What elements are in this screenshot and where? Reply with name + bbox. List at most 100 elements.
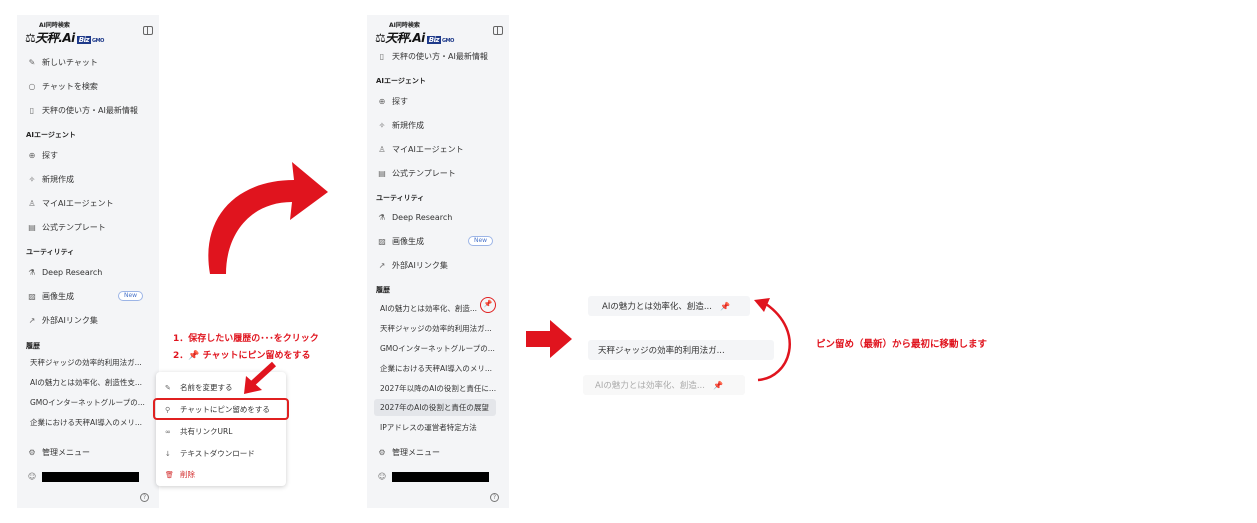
sidebar-item-my-agents[interactable]: ♙ マイAIエージェント bbox=[377, 142, 463, 156]
logo-subtitle: AI同時検索 bbox=[389, 22, 420, 29]
admin-label: 管理メニュー bbox=[42, 447, 90, 457]
wand-icon: ✧ bbox=[378, 120, 386, 130]
agent-section-title: AIエージェント bbox=[26, 131, 76, 139]
my-agents-label: マイAIエージェント bbox=[42, 198, 114, 208]
app-logo[interactable]: AI同時検索 ⚖天秤.Ai Biz GMO bbox=[375, 20, 487, 45]
pin-icon: 📌 bbox=[712, 380, 723, 390]
pin-icon-circled[interactable]: 📌 bbox=[480, 297, 496, 313]
sidebar-item-external-links[interactable]: ↗ 外部AIリンク集 bbox=[27, 313, 98, 327]
curved-up-arrow bbox=[754, 298, 791, 382]
sidebar-item-external-links[interactable]: ↗ 外部AIリンク集 bbox=[377, 258, 448, 272]
sidebar-toggle-icon[interactable] bbox=[143, 26, 153, 35]
logo-gmo: GMO bbox=[92, 38, 104, 44]
sidebar-item-create[interactable]: ✧ 新規作成 bbox=[27, 172, 74, 186]
history-item-pinned[interactable]: AIの魅力とは効率化、創造... bbox=[380, 303, 480, 314]
history-item[interactable]: 天秤ジャッジの効率的利用法ガ... bbox=[30, 357, 152, 368]
card-top-label: AIの魅力とは効率化、創造... bbox=[602, 302, 712, 312]
external-links-label: 外部AIリンク集 bbox=[392, 260, 448, 270]
search-chat-button[interactable]: ○ チャットを検索 bbox=[27, 79, 98, 93]
zoom-icon: ⊕ bbox=[28, 150, 36, 160]
card-mid-label: 天秤ジャッジの効率的利用法ガ... bbox=[598, 346, 725, 356]
usage-link[interactable]: ▯ 天秤の使い方・AI最新情報 bbox=[377, 49, 488, 63]
pencil-icon: ✎ bbox=[165, 383, 171, 392]
sidebar-item-image-gen[interactable]: ▨ 画像生成 bbox=[27, 289, 74, 303]
history-item-selected[interactable]: 2027年のAIの役割と責任の展望 bbox=[380, 402, 502, 413]
download-menu-item[interactable]: ↓ テキストダウンロード bbox=[165, 448, 255, 459]
sidebar-item-explore[interactable]: ⊕ 探す bbox=[27, 148, 58, 162]
trash-icon: 🗑 bbox=[165, 470, 174, 479]
pin-icon: 📌 bbox=[719, 301, 730, 311]
search-chat-label: チャットを検索 bbox=[42, 81, 98, 91]
sidebar-item-create[interactable]: ✧ 新規作成 bbox=[377, 118, 424, 132]
new-badge: New bbox=[468, 236, 494, 246]
book-icon: ▯ bbox=[29, 105, 35, 115]
admin-menu-button[interactable]: ⚙ 管理メニュー bbox=[377, 445, 440, 459]
edit-icon: ✎ bbox=[28, 57, 36, 67]
history-item[interactable]: AIの魅力とは効率化、創造性支... bbox=[30, 377, 152, 388]
explore-label: 探す bbox=[42, 150, 58, 160]
sidebar-item-my-agents[interactable]: ♙ マイAIエージェント bbox=[27, 196, 114, 210]
sidebar-item-templates[interactable]: ▤ 公式テンプレート bbox=[377, 166, 456, 180]
result-caption: ピン留め（最新）から最初に移動します bbox=[816, 339, 988, 350]
sidebar-item-explore[interactable]: ⊕ 探す bbox=[377, 94, 408, 108]
history-item[interactable]: GMOインターネットグループの... bbox=[30, 397, 152, 408]
user-avatar-icon[interactable]: ☺ bbox=[377, 469, 392, 483]
avatar-glyph: ☺ bbox=[27, 471, 37, 481]
sidebar-item-deep-research[interactable]: ⚗ Deep Research bbox=[27, 265, 102, 279]
image-gen-label: 画像生成 bbox=[42, 291, 74, 301]
help-icon[interactable]: ? bbox=[490, 493, 499, 502]
templates-label: 公式テンプレート bbox=[392, 168, 456, 178]
history-item[interactable]: 企業における天秤AI導入のメリ... bbox=[30, 417, 152, 428]
rename-menu-item[interactable]: ✎ 名前を変更する bbox=[165, 382, 233, 393]
history-item[interactable]: 2027年以降のAIの役割と責任に... bbox=[380, 383, 502, 394]
share-menu-item[interactable]: ∞ 共有リンクURL bbox=[165, 426, 232, 437]
admin-label: 管理メニュー bbox=[392, 447, 440, 457]
deep-research-label: Deep Research bbox=[42, 267, 103, 277]
pin-highlight-box bbox=[153, 398, 289, 420]
share-label: 共有リンクURL bbox=[180, 427, 233, 436]
external-link-icon: ↗ bbox=[28, 315, 36, 325]
history-item[interactable]: IPアドレスの運営者特定方法 bbox=[380, 422, 502, 433]
sidebar-item-image-gen[interactable]: ▨ 画像生成 bbox=[377, 234, 424, 248]
history-item[interactable]: 天秤ジャッジの効率的利用法ガ... bbox=[380, 323, 502, 334]
history-item[interactable]: 企業における天秤AI導入のメリ... bbox=[380, 363, 502, 374]
new-chat-label: 新しいチャット bbox=[42, 57, 98, 67]
logo-name: 天秤.Ai bbox=[385, 31, 425, 45]
help-icon[interactable]: ? bbox=[140, 493, 149, 502]
usage-link[interactable]: ▯ 天秤の使い方・AI最新情報 bbox=[27, 103, 138, 117]
explore-label: 探す bbox=[392, 96, 408, 106]
rename-label: 名前を変更する bbox=[180, 383, 233, 392]
delete-menu-item[interactable]: 🗑 削除 bbox=[165, 469, 195, 480]
image-icon: ▨ bbox=[378, 236, 386, 246]
external-link-icon: ↗ bbox=[378, 260, 386, 270]
redacted-username bbox=[392, 472, 489, 482]
redacted-username bbox=[42, 472, 139, 482]
logo-text: ⚖天秤.Ai Biz GMO bbox=[375, 29, 454, 46]
step2-prefix: 2． bbox=[173, 351, 189, 361]
admin-icon: ⚙ bbox=[28, 447, 36, 457]
user-avatar-icon[interactable]: ☺ bbox=[27, 469, 42, 483]
instruction-step2: 2．📌 チャットにピン留めをする bbox=[173, 348, 311, 361]
history-section-title: 履歴 bbox=[376, 286, 390, 294]
scale-icon: ⚖ bbox=[375, 31, 386, 45]
sidebar-item-templates[interactable]: ▤ 公式テンプレート bbox=[27, 220, 106, 234]
history-item[interactable]: GMOインターネットグループの... bbox=[380, 343, 502, 354]
sidebar-item-deep-research[interactable]: ⚗ Deep Research bbox=[377, 210, 452, 224]
templates-label: 公式テンプレート bbox=[42, 222, 106, 232]
scale-icon: ⚖ bbox=[25, 31, 36, 45]
sidebar-toggle-icon[interactable] bbox=[493, 26, 503, 35]
app-logo[interactable]: AI同時検索 ⚖天秤.Ai Biz GMO bbox=[25, 20, 137, 45]
right-block-arrow bbox=[526, 320, 572, 358]
user-plus-icon: ♙ bbox=[378, 144, 386, 154]
card-bottom-label: AIの魅力とは効率化、創造... bbox=[595, 381, 705, 391]
book-icon: ▯ bbox=[379, 51, 385, 61]
admin-menu-button[interactable]: ⚙ 管理メニュー bbox=[27, 445, 90, 459]
pinned-card-top[interactable]: AIの魅力とは効率化、創造... 📌 bbox=[588, 296, 750, 316]
instruction-step1: 1．保存したい履歴の･･･をクリック bbox=[173, 334, 319, 344]
history-card-mid[interactable]: 天秤ジャッジの効率的利用法ガ... bbox=[588, 340, 774, 360]
new-chat-button[interactable]: ✎ 新しいチャット bbox=[27, 55, 98, 69]
usage-label: 天秤の使い方・AI最新情報 bbox=[392, 51, 488, 61]
new-badge: New bbox=[118, 291, 144, 301]
wand-icon: ✧ bbox=[28, 174, 36, 184]
flask-icon: ⚗ bbox=[378, 212, 386, 222]
